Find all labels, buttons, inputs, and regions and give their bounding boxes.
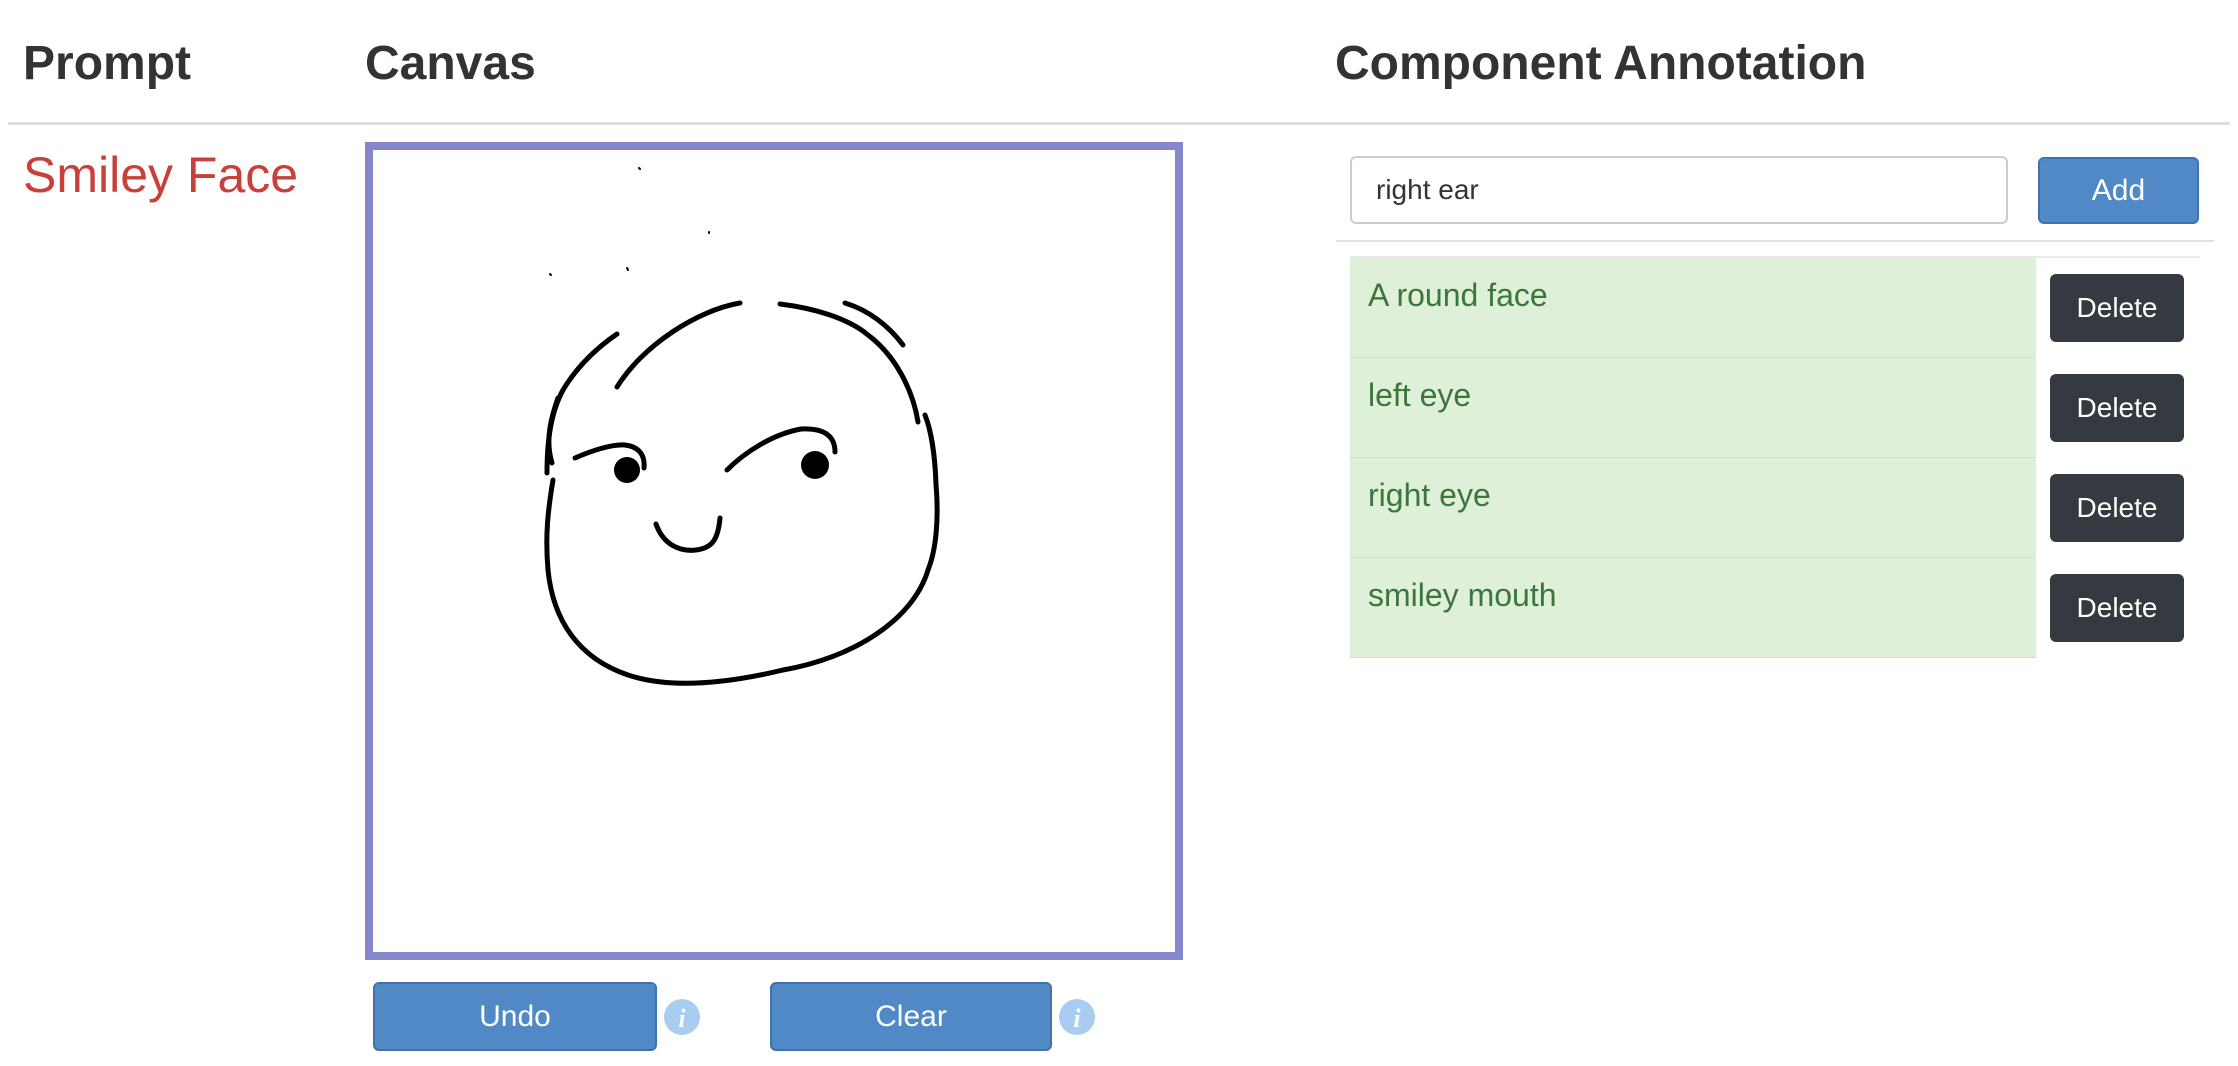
delete-button[interactable]: Delete [2050, 374, 2184, 442]
annotation-header: Component Annotation [1335, 37, 1867, 90]
annotation-label-cell: smiley mouth [1350, 558, 2036, 658]
annotation-label-cell: A round face [1350, 258, 2036, 358]
annotation-label: left eye [1368, 377, 1472, 413]
left-eye-dot [614, 457, 640, 483]
annotation-row: A round face Delete [1350, 258, 2200, 358]
annotation-row: right eye Delete [1350, 458, 2200, 558]
header-divider [8, 122, 2230, 125]
delete-button[interactable]: Delete [2050, 274, 2184, 342]
annotation-row: smiley mouth Delete [1350, 558, 2200, 658]
annotation-row: left eye Delete [1350, 358, 2200, 458]
component-annotation-input[interactable] [1350, 156, 2008, 224]
clear-button[interactable]: Clear [770, 982, 1052, 1051]
undo-button[interactable]: Undo [373, 982, 657, 1051]
prompt-text: Smiley Face [23, 147, 299, 203]
annotation-divider [1336, 240, 2214, 242]
face-outline-stroke [614, 300, 921, 425]
delete-button[interactable]: Delete [2050, 574, 2184, 642]
svg-text:i: i [1073, 1004, 1081, 1033]
annotation-label-cell: right eye [1350, 458, 2036, 558]
svg-text:i: i [678, 1004, 686, 1033]
add-button[interactable]: Add [2038, 157, 2199, 224]
annotation-label-cell: left eye [1350, 358, 2036, 458]
delete-button[interactable]: Delete [2050, 474, 2184, 542]
drawing-canvas[interactable] [365, 142, 1183, 960]
face-outline-stroke [544, 331, 620, 476]
info-icon[interactable]: i [1058, 998, 1096, 1036]
prompt-header: Prompt [23, 37, 191, 90]
mouth-stroke [653, 515, 723, 553]
info-icon[interactable]: i [663, 998, 701, 1036]
right-eye-dot [801, 451, 829, 479]
face-outline-stroke [544, 395, 940, 686]
sketch-drawing [544, 167, 940, 686]
canvas-header: Canvas [365, 37, 536, 90]
annotation-label: A round face [1368, 277, 1548, 313]
annotation-label: right eye [1368, 477, 1491, 513]
annotation-label: smiley mouth [1368, 577, 1557, 613]
